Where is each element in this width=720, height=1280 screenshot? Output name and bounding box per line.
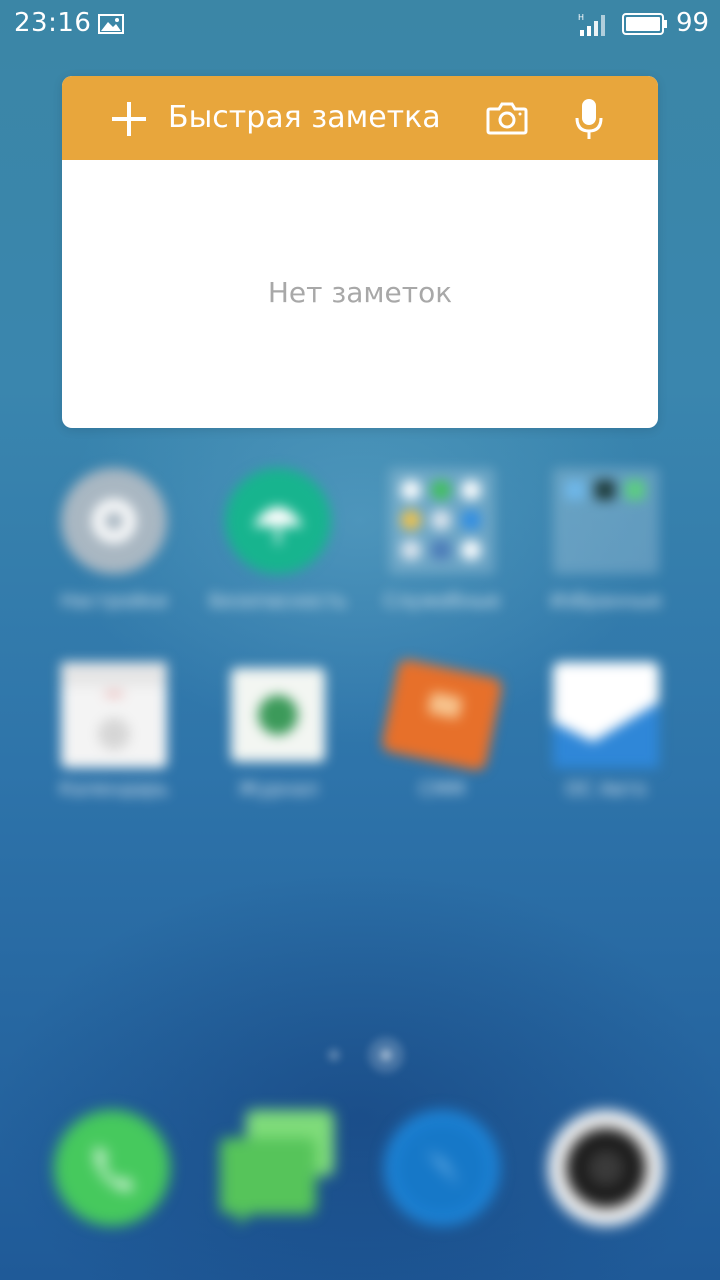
- quick-note-widget: Быстрая заметка Нет заметок: [62, 76, 658, 428]
- status-bar: 23:16 H 99: [0, 0, 720, 48]
- status-time: 23:16: [14, 8, 92, 38]
- dock: [0, 1100, 720, 1240]
- mic-icon[interactable]: [574, 98, 604, 140]
- page-indicator: [328, 1037, 404, 1073]
- app-label: CMM: [418, 778, 466, 800]
- camera-icon[interactable]: [486, 100, 528, 136]
- app-label: Служебные: [383, 590, 501, 612]
- umbrella-icon: [225, 468, 331, 574]
- app-label: Настройки: [60, 590, 168, 612]
- app-label: Журнал: [238, 778, 318, 800]
- phone-icon[interactable]: [52, 1108, 172, 1228]
- quick-note-header[interactable]: Быстрая заметка: [62, 76, 658, 160]
- quick-note-label[interactable]: Быстрая заметка: [168, 100, 441, 135]
- signal-icon: H: [578, 13, 605, 36]
- cmm-icon: [380, 658, 504, 772]
- calendar-icon: [61, 662, 167, 768]
- folder-icon: [553, 468, 659, 574]
- browser-icon[interactable]: [382, 1108, 502, 1228]
- messages-icon[interactable]: [218, 1108, 338, 1228]
- folder-icon: [389, 468, 495, 574]
- plus-icon[interactable]: [110, 100, 148, 138]
- os-auto-icon: [553, 662, 659, 768]
- app-label: Календарь: [59, 778, 169, 800]
- journal-icon: [231, 668, 325, 762]
- empty-notes-text: Нет заметок: [267, 276, 453, 309]
- app-label: Избранные: [550, 590, 662, 612]
- app-grid: Настройки Безопасность Служебные Избранн…: [0, 460, 720, 840]
- camera-app-icon[interactable]: [546, 1108, 666, 1228]
- app-label: Безопасность: [209, 590, 347, 612]
- battery-level: 99: [676, 8, 710, 38]
- svg-text:H: H: [578, 13, 584, 22]
- gallery-icon: [98, 14, 124, 34]
- battery-icon: [622, 13, 667, 35]
- app-label: ОС Авто: [565, 778, 647, 800]
- gear-icon: [61, 468, 167, 574]
- home-screen: 23:16 H 99 Быстрая заметка Нет заметок Н…: [0, 0, 720, 1280]
